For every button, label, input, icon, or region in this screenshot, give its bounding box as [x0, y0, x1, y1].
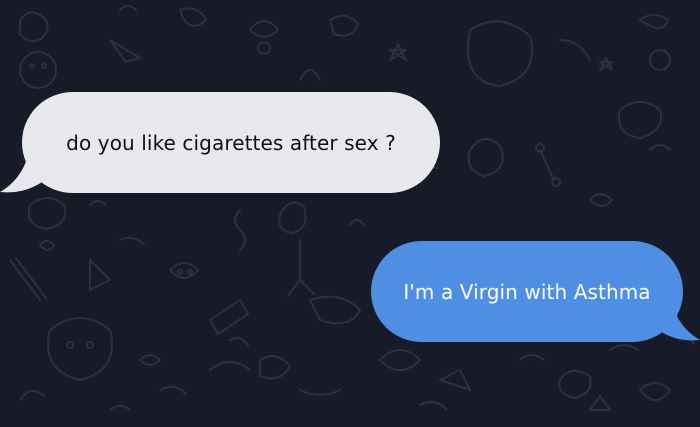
incoming-message-text: do you like cigarettes after sex ? [66, 130, 396, 155]
incoming-message-bubble[interactable]: do you like cigarettes after sex ? [22, 92, 440, 193]
chat-wallpaper [9, 5, 695, 411]
outgoing-message-bubble[interactable]: I'm a Virgin with Asthma [371, 241, 683, 342]
outgoing-message-text: I'm a Virgin with Asthma [403, 279, 651, 304]
